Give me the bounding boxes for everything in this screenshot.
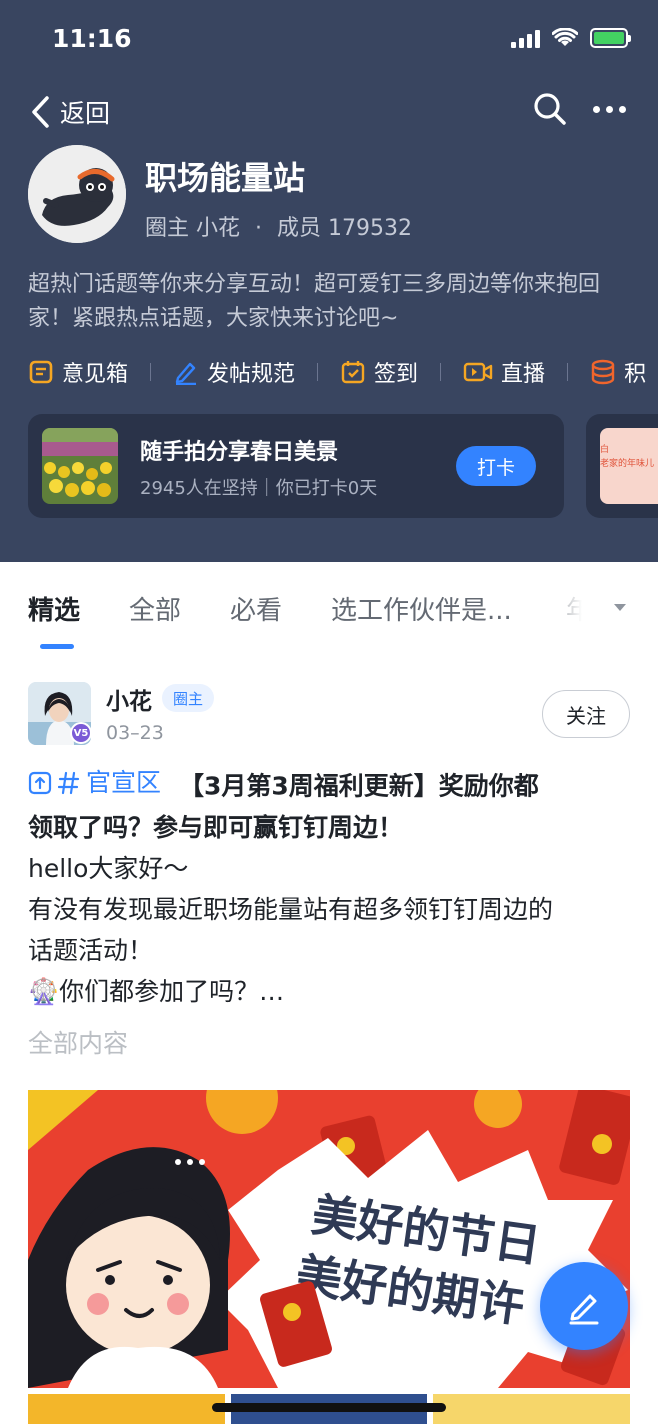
database-icon bbox=[591, 359, 615, 385]
toolbar-label: 直播 bbox=[501, 362, 546, 387]
toolbar-divider bbox=[317, 363, 319, 381]
toolbar-feedback-box[interactable]: 意见箱 bbox=[28, 356, 128, 388]
toolbar-label: 意见箱 bbox=[62, 362, 129, 387]
festival-banner-illustration: 美好的节日 美好的期许 bbox=[28, 1090, 630, 1388]
image-thumbnail[interactable] bbox=[433, 1394, 631, 1424]
group-description: 超热门话题等你来分享互动！超可爱钉三多周边等你来抱回家！紧跟热点话题，大家快来讨… bbox=[28, 272, 601, 331]
author-name[interactable]: 小花 bbox=[106, 682, 152, 716]
meta-separator: · bbox=[255, 216, 262, 241]
tab-work-partner[interactable]: 选工作伙伴是... bbox=[331, 590, 512, 627]
owner-label: 圈主 小花 bbox=[145, 216, 240, 241]
status-time: 11:16 bbox=[52, 24, 132, 53]
checkin-button[interactable]: 打卡 bbox=[456, 446, 536, 486]
owner-role-tag: 圈主 bbox=[162, 684, 215, 712]
hashtag-icon bbox=[58, 771, 80, 794]
vip-badge: V5 bbox=[70, 722, 92, 744]
post-body-line: 话题活动！ bbox=[28, 935, 154, 965]
toolbar-divider bbox=[440, 363, 442, 381]
upload-icon bbox=[28, 771, 52, 794]
post-content[interactable]: 官宣区 【3月第3周福利更新】奖励你都 领取了吗？参与即可赢钉钉周边！ hell… bbox=[28, 762, 634, 1012]
read-more-link[interactable]: 全部内容 bbox=[28, 1024, 128, 1060]
toolbar-label: 积 bbox=[624, 362, 647, 387]
content-tabs: 精选 全部 必看 选工作伙伴是... 年 bbox=[0, 562, 658, 654]
tab-must-read[interactable]: 必看 bbox=[230, 590, 282, 627]
inbox-icon bbox=[29, 360, 53, 384]
post-title-line: 领取了吗？参与即可赢钉钉周边！ bbox=[28, 812, 404, 842]
battery-icon bbox=[590, 28, 631, 48]
post-title-text: 【3月第3周福利更新】奖励你都 bbox=[179, 771, 539, 801]
tabs-fade bbox=[540, 582, 600, 632]
group-avatar[interactable] bbox=[28, 145, 126, 243]
caret-down-icon[interactable] bbox=[612, 602, 628, 614]
more-icon[interactable] bbox=[593, 105, 626, 113]
next-card-text: 老家的年味儿 bbox=[600, 459, 655, 469]
pen-icon bbox=[175, 362, 197, 385]
calendar-check-icon bbox=[341, 361, 365, 384]
toolbar-divider bbox=[150, 363, 152, 381]
back-label: 返回 bbox=[60, 99, 111, 128]
nav-actions bbox=[533, 92, 626, 126]
post-title-line: 官宣区 【3月第3周福利更新】奖励你都 bbox=[28, 762, 634, 807]
video-icon bbox=[463, 362, 493, 382]
members-label: 成员 179532 bbox=[277, 216, 412, 241]
back-button[interactable]: 返回 bbox=[30, 94, 110, 130]
search-icon[interactable] bbox=[533, 92, 567, 126]
edit-icon bbox=[569, 1294, 599, 1325]
mascot-icon bbox=[28, 145, 126, 243]
group-name: 职场能量站 bbox=[145, 159, 306, 197]
toolbar-posting-rules[interactable]: 发帖规范 bbox=[173, 356, 295, 388]
flowers-image bbox=[42, 428, 118, 504]
toolbar-live[interactable]: 直播 bbox=[463, 356, 545, 388]
toolbar-label: 发帖规范 bbox=[207, 362, 296, 387]
wifi-icon bbox=[552, 28, 578, 46]
checkin-card-title: 随手拍分享春日美景 bbox=[140, 440, 339, 465]
status-bar: 11:16 bbox=[0, 0, 658, 80]
next-checkin-card[interactable]: 白 老家的年味儿 bbox=[586, 414, 658, 518]
signal-icon bbox=[511, 28, 540, 48]
tab-all[interactable]: 全部 bbox=[129, 590, 181, 627]
post-date: 03–23 bbox=[106, 722, 164, 744]
toolbar-checkin[interactable]: 签到 bbox=[340, 356, 418, 388]
follow-button[interactable]: 关注 bbox=[542, 690, 630, 738]
topic-label: 官宣区 bbox=[86, 768, 162, 797]
toolbar-points[interactable]: 积 bbox=[590, 356, 646, 388]
post-body-line: 有没有发现最近职场能量站有超多领钉钉周边的 bbox=[28, 894, 554, 924]
next-card-text: 白 bbox=[600, 445, 610, 455]
checkin-card-thumbnail bbox=[42, 428, 118, 504]
home-indicator bbox=[212, 1403, 446, 1412]
group-toolbar: 意见箱 发帖规范 签到 直播 积 bbox=[28, 354, 646, 390]
post-image[interactable]: 美好的节日 美好的期许 bbox=[28, 1090, 630, 1388]
post-body-line: hello大家好～ bbox=[28, 853, 189, 883]
post-body-line: 🎡你们都参加了吗？… bbox=[28, 976, 285, 1006]
checkin-card-subtitle: 2945人在坚持｜你已打卡0天 bbox=[140, 478, 378, 499]
group-meta: 圈主 小花 · 成员 179532 bbox=[145, 210, 412, 242]
topic-link[interactable]: 官宣区 bbox=[28, 762, 161, 803]
toolbar-divider bbox=[567, 363, 569, 381]
toolbar-label: 签到 bbox=[374, 362, 419, 387]
status-icons bbox=[511, 28, 631, 48]
checkin-card[interactable]: 随手拍分享春日美景 2945人在坚持｜你已打卡0天 打卡 bbox=[28, 414, 564, 518]
group-header: 11:16 返回 职场能量站 圈主 小花 · 成员 179532 超热门话题等你… bbox=[0, 0, 658, 562]
image-thumbnail[interactable] bbox=[28, 1394, 225, 1424]
chevron-left-icon bbox=[32, 96, 49, 128]
next-card-thumbnail: 白 老家的年味儿 bbox=[600, 428, 658, 504]
active-tab-indicator bbox=[40, 644, 74, 649]
tab-featured[interactable]: 精选 bbox=[28, 590, 80, 627]
compose-post-button[interactable] bbox=[540, 1262, 628, 1350]
